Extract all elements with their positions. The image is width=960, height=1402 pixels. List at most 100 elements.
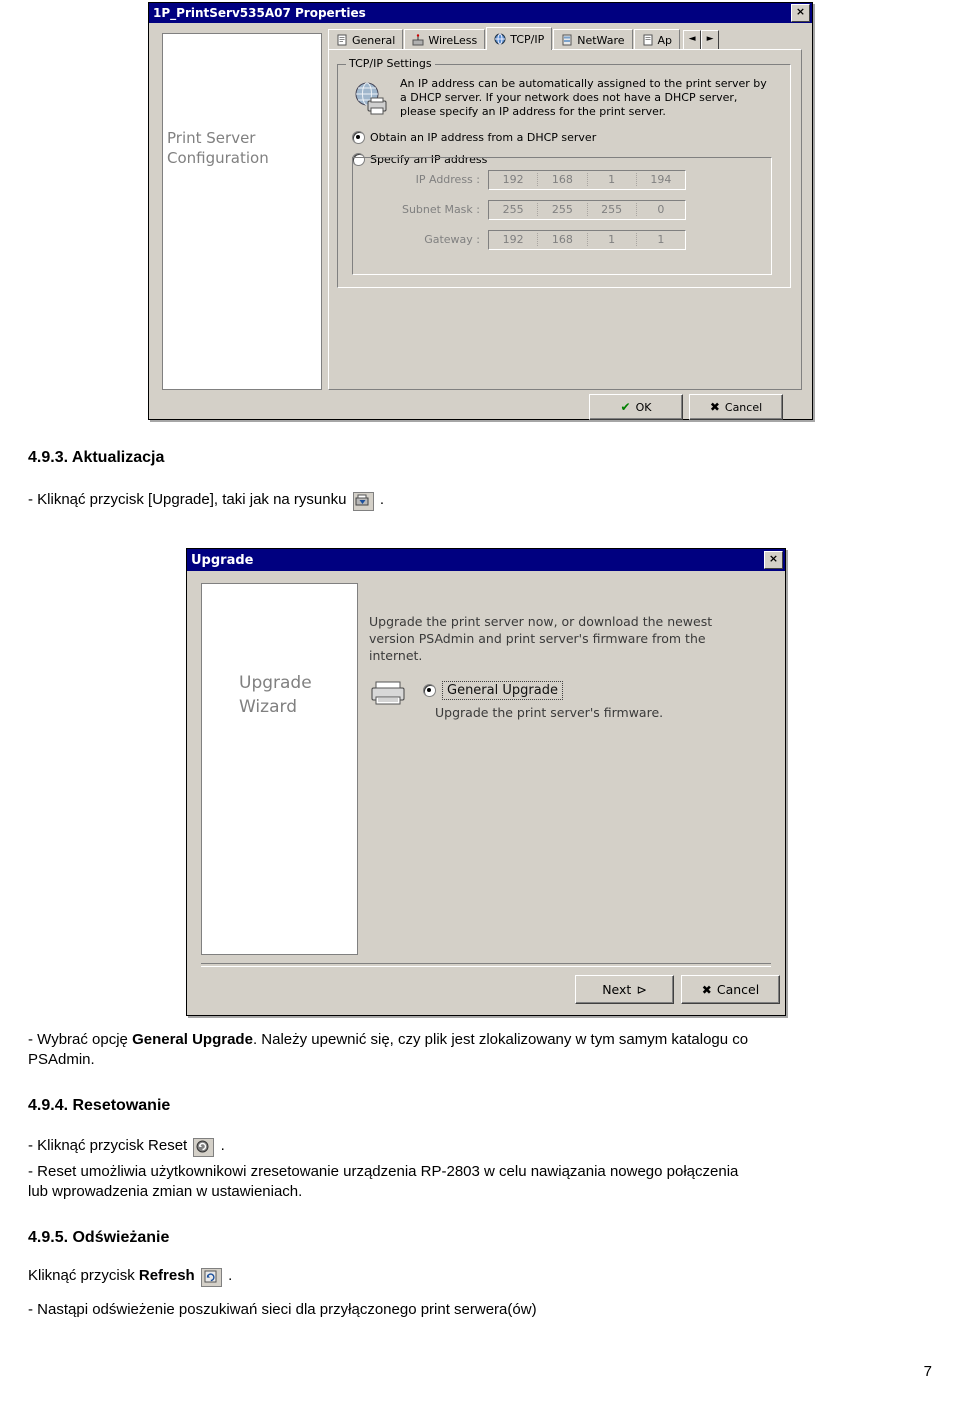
next-button[interactable]: Next ⊳ [575,975,674,1004]
gateway-input[interactable]: 192 168 1 1 [488,229,686,250]
tab-scroll-right-button[interactable]: ► [701,30,720,50]
refresh-period: . [228,1267,233,1284]
tcpip-settings-group: TCP/IP Settings An IP address can be aut… [337,57,791,288]
tab-label: NetWare [577,33,625,47]
note-prefix: - Wybrać opcję [28,1031,133,1048]
reset-button-icon [193,1138,215,1157]
upgrade-instruction-text: - Kliknąć przycisk [Upgrade], taki jak n… [28,491,347,508]
tab-netware[interactable]: NetWare [553,29,633,50]
tab-strip: General WireLess TCP/IP NetWare Ap ◄ ► [328,27,802,50]
dialog-title: 1P_PrintServ535A07 Properties [153,6,366,20]
close-icon[interactable]: × [791,4,810,22]
subnet-mask-input[interactable]: 255 255 255 0 [488,199,686,220]
sidebar-caption: Print Server Configuration [167,128,307,168]
refresh-bold: Refresh [138,1267,195,1284]
dialog-body: Print Server Configuration General WireL… [149,23,812,420]
close-icon[interactable]: × [764,551,783,569]
radio-obtain-dhcp[interactable]: Obtain an IP address from a DHCP server [352,131,596,144]
ip-octet: 255 [588,203,637,216]
tab-label: Ap [657,33,673,47]
document-icon [336,34,348,46]
refresh-description: - Nastąpi odświeżenie poszukiwań sieci d… [28,1301,537,1318]
printer-icon [371,681,405,705]
ip-octet: 0 [657,203,665,216]
tab-appletalk[interactable]: Ap [633,29,681,50]
note-bold: General Upgrade [132,1031,253,1048]
refresh-prefix: Kliknąć przycisk [28,1267,139,1284]
cancel-button[interactable]: ✖ Cancel [689,394,783,420]
globe-printer-icon [352,79,390,117]
upgrade-sidebar-panel [201,583,358,955]
tcpip-description: An IP address can be automatically assig… [400,77,767,118]
tcpip-tab-page: TCP/IP Settings An IP address can be aut… [328,49,802,390]
ip-octet: 168 [538,233,588,246]
tab-scroll-left-button[interactable]: ◄ [683,30,702,50]
note-suffix: . Należy upewnić się, czy plik jest zlok… [252,1031,749,1048]
ip-octet: 255 [538,203,588,216]
radio-icon [423,684,436,697]
cancel-button[interactable]: ✖ Cancel [681,975,780,1004]
close-x-icon: ✖ [709,400,720,414]
ok-label: OK [635,400,652,414]
ip-address-label: IP Address : [415,173,480,186]
upgrade-description: Upgrade the print server now, or downloa… [369,614,713,663]
ip-address-row: IP Address : 192 168 1 194 [362,169,686,190]
refresh-button-icon [200,1268,222,1287]
subnet-mask-label: Subnet Mask : [401,203,480,216]
reset-description: - Reset umożliwia użytkownikowi zresetow… [28,1162,934,1202]
antenna-icon [412,34,424,46]
ok-button[interactable]: ✔ OK [589,394,683,420]
check-icon: ✔ [620,400,631,414]
radio-label: Obtain an IP address from a DHCP server [370,131,597,144]
upgrade-sidebar-caption: Upgrade Wizard [239,671,312,719]
tab-scroll-buttons: ◄ ► [683,30,720,50]
heading-4-9-4: 4.9.4. Resetowanie [28,1097,171,1114]
tab-label: WireLess [428,33,478,47]
sidebar-illustration-panel [162,33,322,390]
tab-label: General [352,33,396,47]
upgrade-instruction-line: - Kliknąć przycisk [Upgrade], taki jak n… [28,490,384,511]
reset-instruction-line: - Kliknąć przycisk Reset . [28,1136,225,1157]
divider [201,963,771,967]
subnet-mask-row: Subnet Mask : 255 255 255 0 [362,199,686,220]
dialog-titlebar: 1P_PrintServ535A07 Properties × [149,3,812,23]
tab-wireless[interactable]: WireLess [404,29,486,50]
radio-label: General Upgrade [442,681,563,700]
cancel-label: Cancel [724,400,763,414]
appletalk-icon [642,34,654,46]
reset-instruction-period: . [220,1137,225,1154]
upgrade-caption-line2: Wizard [239,697,297,717]
radio-icon [352,131,365,144]
ip-fields-block: IP Address : 192 168 1 194 Subnet Mask :… [352,157,772,275]
gateway-label: Gateway : [424,233,480,246]
upgrade-button-icon [352,492,374,511]
network-icon [494,33,506,45]
tab-general[interactable]: General [328,29,404,50]
reset-description-line2: lub wprowadzenia zmian w ustawieniach. [28,1183,303,1200]
ip-octet: 255 [489,203,539,216]
radio-general-upgrade[interactable]: General Upgrade [423,681,563,700]
tab-tcpip[interactable]: TCP/IP [486,27,553,50]
upgrade-title: Upgrade [191,552,254,568]
sidebar-caption-line1: Print Server [167,129,256,147]
ip-octet: 1 [588,233,637,246]
next-label: Next [602,982,632,997]
heading-4-9-3: 4.9.3. Aktualizacja [28,449,165,466]
page-number: 7 [923,1363,932,1380]
ip-octet: 1 [588,173,637,186]
gateway-row: Gateway : 192 168 1 1 [362,229,686,250]
printserver-properties-dialog: 1P_PrintServ535A07 Properties × Print Se… [148,2,813,420]
reset-instruction-text: - Kliknąć przycisk Reset [28,1137,188,1154]
server-icon [561,34,573,46]
cancel-label: Cancel [716,982,760,997]
upgrade-caption-line1: Upgrade [239,673,312,693]
upgrade-instruction-period: . [379,491,384,508]
tab-label: TCP/IP [510,32,545,46]
group-title: TCP/IP Settings [346,57,435,70]
reset-description-line1: - Reset umożliwia użytkownikowi zresetow… [28,1163,739,1180]
ip-address-input[interactable]: 192 168 1 194 [488,169,686,190]
ip-octet: 192 [489,233,539,246]
ip-octet: 168 [538,173,588,186]
upgrade-body: Upgrade Wizard Upgrade the print server … [187,571,785,1015]
heading-4-9-5: 4.9.5. Odświeżanie [28,1229,170,1246]
